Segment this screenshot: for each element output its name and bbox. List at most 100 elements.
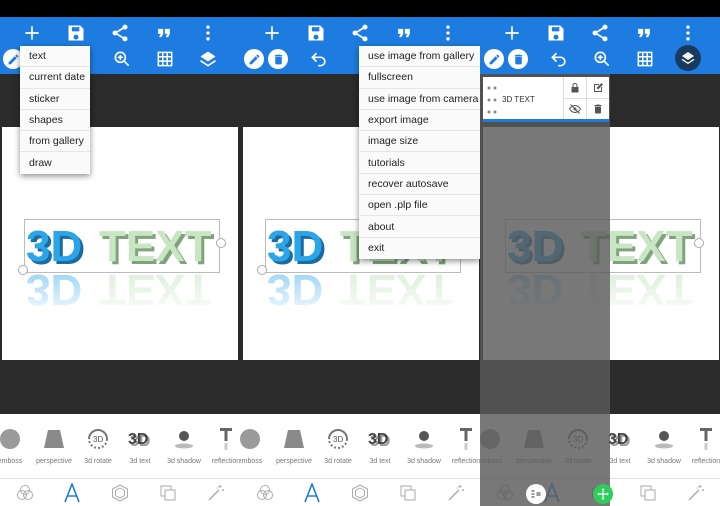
duplicate-icon[interactable]: [397, 482, 419, 504]
effect-perspective[interactable]: perspective: [30, 424, 78, 465]
menu-item-exit[interactable]: exit: [359, 238, 480, 259]
shape-icon[interactable]: [349, 482, 371, 504]
effect-emboss[interactable]: emboss: [240, 424, 274, 465]
magic-wand-icon[interactable]: [205, 482, 227, 504]
3d-text-object[interactable]: 3D 3D TEXT TEXT 3D TEXT: [24, 219, 221, 320]
effects-bar: emboss perspective 3D 3d rotate 3D 3D 3d te…: [240, 414, 480, 478]
more-vert-icon[interactable]: [196, 21, 220, 45]
quote-icon[interactable]: [152, 21, 176, 45]
quote-icon[interactable]: [392, 21, 416, 45]
save-icon[interactable]: [304, 21, 328, 45]
effect-3d-shadow[interactable]: 3d shadow: [160, 424, 208, 465]
rotate-handle[interactable]: [257, 265, 267, 275]
zoom-in-icon[interactable]: [590, 47, 614, 71]
menu-item-use-image-from-gallery[interactable]: use image from gallery: [359, 46, 480, 68]
menu-item-export-image[interactable]: export image: [359, 110, 480, 132]
effect-3d-rotate[interactable]: 3D 3d rotate: [74, 424, 122, 465]
add-icon[interactable]: [20, 21, 44, 45]
layers-icon[interactable]: [196, 47, 220, 71]
effect-label: 3d text: [129, 458, 151, 465]
text-format-icon[interactable]: [301, 482, 323, 504]
equalizer-button[interactable]: [526, 484, 546, 504]
text-format-icon[interactable]: [61, 482, 83, 504]
magic-wand-icon[interactable]: [445, 482, 467, 504]
zoom-in-icon[interactable]: [110, 47, 134, 71]
lock-icon[interactable]: [569, 82, 581, 94]
share-icon[interactable]: [348, 21, 372, 45]
effect-label: 3d rotate: [84, 458, 112, 465]
status-bar: [480, 0, 720, 17]
3d-part: 3D: [267, 222, 323, 271]
rotate-handle[interactable]: [18, 265, 28, 275]
duplicate-icon[interactable]: [157, 482, 179, 504]
save-icon[interactable]: [544, 21, 568, 45]
more-menu: use image from gallery fullscreen use im…: [359, 46, 480, 259]
screen-panel-2: 3D 3D TEXT TEXT 3D TEXT use image from g…: [240, 0, 480, 506]
menu-item-from-gallery[interactable]: from gallery: [20, 131, 90, 153]
menu-item-open-plp-file[interactable]: open .plp file: [359, 195, 480, 217]
menu-item-sticker[interactable]: sticker: [20, 89, 90, 110]
menu-item-shapes[interactable]: shapes: [20, 110, 90, 132]
menu-item-recover-autosave[interactable]: recover autosave: [359, 174, 480, 196]
effect-label: perspective: [36, 458, 72, 465]
duplicate-icon[interactable]: [637, 482, 659, 504]
edit-icon[interactable]: [484, 49, 504, 69]
resize-handle[interactable]: [216, 238, 226, 248]
effect-label: perspective: [276, 458, 312, 465]
effect-reflection[interactable]: reflection: [202, 424, 240, 465]
resize-handle[interactable]: [694, 238, 704, 248]
hide-icon[interactable]: [569, 103, 581, 115]
undo-icon[interactable]: [547, 47, 571, 71]
quote-icon[interactable]: [632, 21, 656, 45]
delete-icon[interactable]: [508, 49, 528, 69]
delete-layer-icon[interactable]: [592, 103, 604, 115]
layers-icon[interactable]: [675, 45, 701, 71]
drag-handle-icon[interactable]: [487, 85, 497, 115]
effect-emboss[interactable]: emboss: [0, 424, 34, 465]
svg-text:3D: 3D: [128, 431, 148, 448]
effect-3d-text[interactable]: 3D 3D 3d text: [116, 424, 164, 465]
share-icon[interactable]: [108, 21, 132, 45]
add-icon[interactable]: [500, 21, 524, 45]
effect-3d-text[interactable]: 3D 3D 3d text: [356, 424, 404, 465]
menu-item-text[interactable]: text: [20, 46, 90, 68]
effect-3d-shadow[interactable]: 3d shadow: [400, 424, 448, 465]
layer-item[interactable]: 3D TEXT: [483, 77, 609, 122]
delete-icon[interactable]: [268, 49, 288, 69]
menu-item-current-date[interactable]: current date: [20, 67, 90, 89]
menu-item-tutorials[interactable]: tutorials: [359, 152, 480, 174]
list-equal-icon: [531, 490, 541, 498]
move-button[interactable]: [593, 484, 613, 504]
edit-icon[interactable]: [244, 49, 264, 69]
svg-text:3D: 3D: [333, 435, 343, 444]
grid-icon[interactable]: [153, 47, 177, 71]
bottom-nav: [0, 478, 240, 506]
more-vert-icon[interactable]: [436, 21, 460, 45]
menu-item-about[interactable]: about: [359, 216, 480, 238]
magic-wand-icon[interactable]: [685, 482, 707, 504]
effect-reflection[interactable]: reflection: [442, 424, 480, 465]
blend-icon[interactable]: [254, 482, 276, 504]
insert-menu: text current date sticker shapes from ga…: [20, 46, 90, 174]
effect-3d-rotate[interactable]: 3D 3d rotate: [314, 424, 362, 465]
save-icon[interactable]: [64, 21, 88, 45]
menu-item-use-image-from-camera[interactable]: use image from camera: [359, 89, 480, 110]
menu-item-fullscreen[interactable]: fullscreen: [359, 67, 480, 89]
effect-label: 3d rotate: [324, 458, 352, 465]
grid-icon[interactable]: [633, 47, 657, 71]
share-icon[interactable]: [588, 21, 612, 45]
effect-reflection[interactable]: reflection: [682, 424, 720, 465]
effect-label: 3d shadow: [407, 458, 441, 465]
undo-icon[interactable]: [307, 47, 331, 71]
effect-3d-shadow[interactable]: 3d shadow: [640, 424, 688, 465]
effect-perspective[interactable]: perspective: [270, 424, 318, 465]
shape-icon[interactable]: [109, 482, 131, 504]
edit-layer-icon[interactable]: [592, 82, 604, 94]
effect-label: 3d shadow: [647, 458, 681, 465]
add-icon[interactable]: [260, 21, 284, 45]
menu-item-image-size[interactable]: image size: [359, 131, 480, 153]
blend-icon[interactable]: [14, 482, 36, 504]
svg-text:3D: 3D: [93, 435, 103, 444]
menu-item-draw[interactable]: draw: [20, 152, 90, 173]
more-vert-icon[interactable]: [676, 21, 700, 45]
